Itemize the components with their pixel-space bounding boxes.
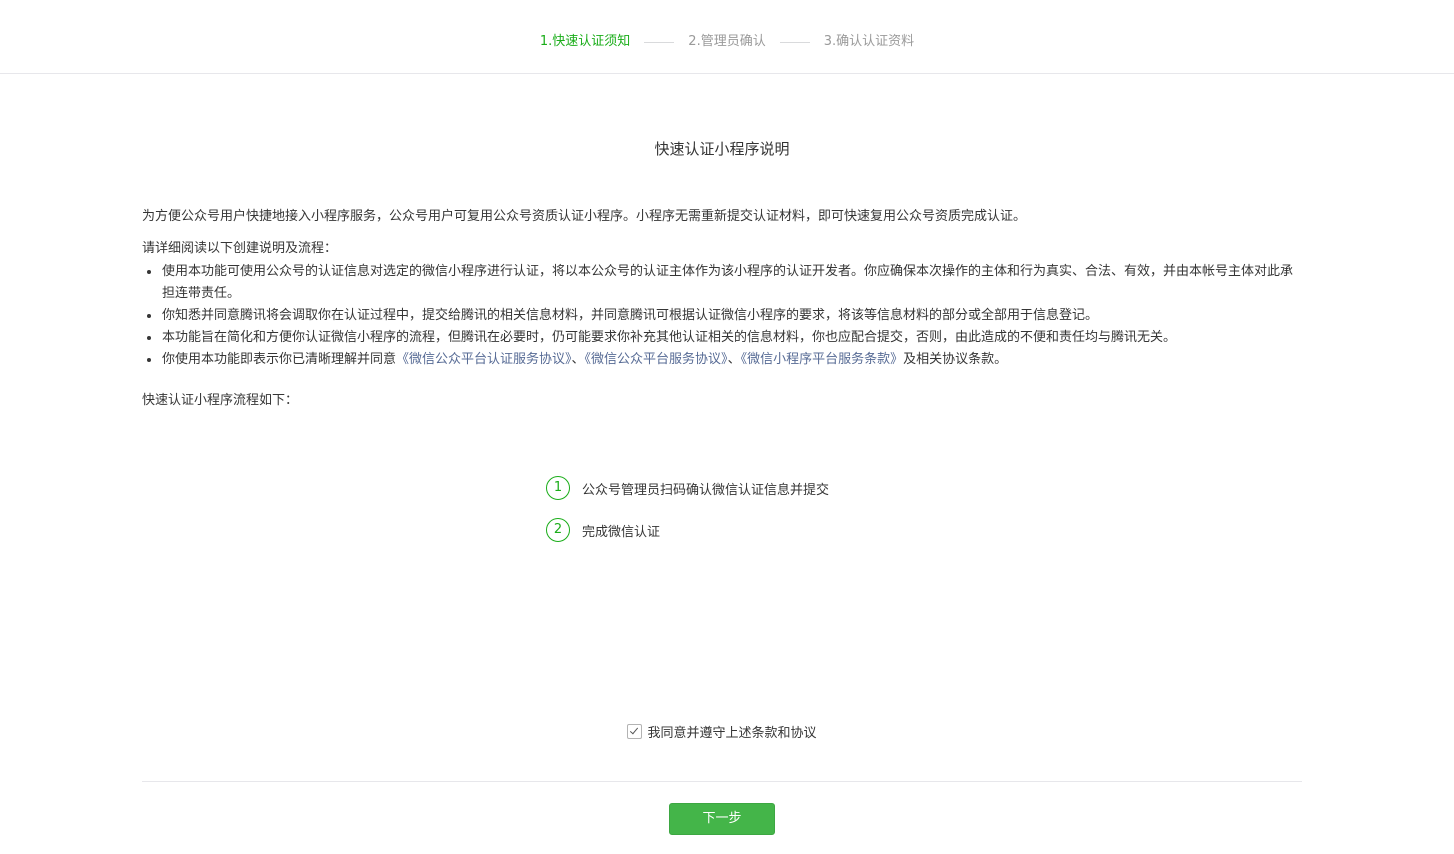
platform-agreement-link[interactable]: 《微信公众平台服务协议》 xyxy=(585,352,728,367)
page-title: 快速认证小程序说明 xyxy=(654,140,790,158)
divider xyxy=(142,781,1302,782)
step-3: 3.确认认证资料 xyxy=(823,34,915,49)
flow-step-number: 2 xyxy=(546,518,570,542)
flow-step: 2 完成微信认证 xyxy=(546,517,829,543)
step-separator xyxy=(779,41,810,43)
flow-step: 1 公众号管理员扫码确认微信认证信息并提交 xyxy=(546,475,829,501)
agree-label: 我同意并遵守上述条款和协议 xyxy=(647,726,817,741)
certification-agreement-link[interactable]: 《微信公众平台认证服务协议》 xyxy=(396,352,572,367)
top-step-bar: 1.快速认证须知 2.管理员确认 3.确认认证资料 xyxy=(0,0,1454,74)
read-instructions-heading: 请详细阅读以下创建说明及流程： xyxy=(142,241,338,256)
step-2: 2.管理员确认 xyxy=(688,34,766,49)
rules-list: 使用本功能可使用公众号的认证信息对选定的微信小程序进行认证，将以本公众号的认证主… xyxy=(142,261,1302,371)
flow-heading: 快速认证小程序流程如下： xyxy=(142,393,299,408)
separator-text: 、 xyxy=(727,352,741,367)
next-button[interactable]: 下一步 xyxy=(669,803,775,835)
step-1: 1.快速认证须知 xyxy=(539,34,631,49)
step-separator xyxy=(644,41,675,43)
rule-item: 你知悉并同意腾讯将会调取你在认证过程中，提交给腾讯的相关信息材料，并同意腾讯可根… xyxy=(147,305,1302,327)
flow-step-number: 1 xyxy=(546,476,570,500)
rule-item: 本功能旨在简化和方便你认证微信小程序的流程，但腾讯在必要时，仍可能要求你补充其他… xyxy=(147,327,1302,349)
step-indicator: 1.快速认证须知 2.管理员确认 3.确认认证资料 xyxy=(0,33,1454,51)
flow-step-text: 公众号管理员扫码确认微信认证信息并提交 xyxy=(582,482,830,498)
intro-text: 为方便公众号用户快捷地接入小程序服务，公众号用户可复用公众号资质认证小程序。小程… xyxy=(142,209,1027,224)
flow-steps: 1 公众号管理员扫码确认微信认证信息并提交 2 完成微信认证 xyxy=(546,475,829,559)
flow-step-text: 完成微信认证 xyxy=(582,524,661,540)
separator-text: 、 xyxy=(571,352,585,367)
rule-text: 你使用本功能即表示你已清晰理解并同意 xyxy=(162,352,397,367)
agree-terms[interactable]: 我同意并遵守上述条款和协议 xyxy=(142,722,1302,741)
rule-item: 使用本功能可使用公众号的认证信息对选定的微信小程序进行认证，将以本公众号的认证主… xyxy=(147,261,1302,305)
agree-checkbox[interactable] xyxy=(627,724,643,739)
miniprogram-terms-link[interactable]: 《微信小程序平台服务条款》 xyxy=(741,352,904,367)
rule-text: 及相关协议条款。 xyxy=(903,352,1008,367)
rule-item: 你使用本功能即表示你已清晰理解并同意《微信公众平台认证服务协议》、《微信公众平台… xyxy=(147,349,1302,371)
